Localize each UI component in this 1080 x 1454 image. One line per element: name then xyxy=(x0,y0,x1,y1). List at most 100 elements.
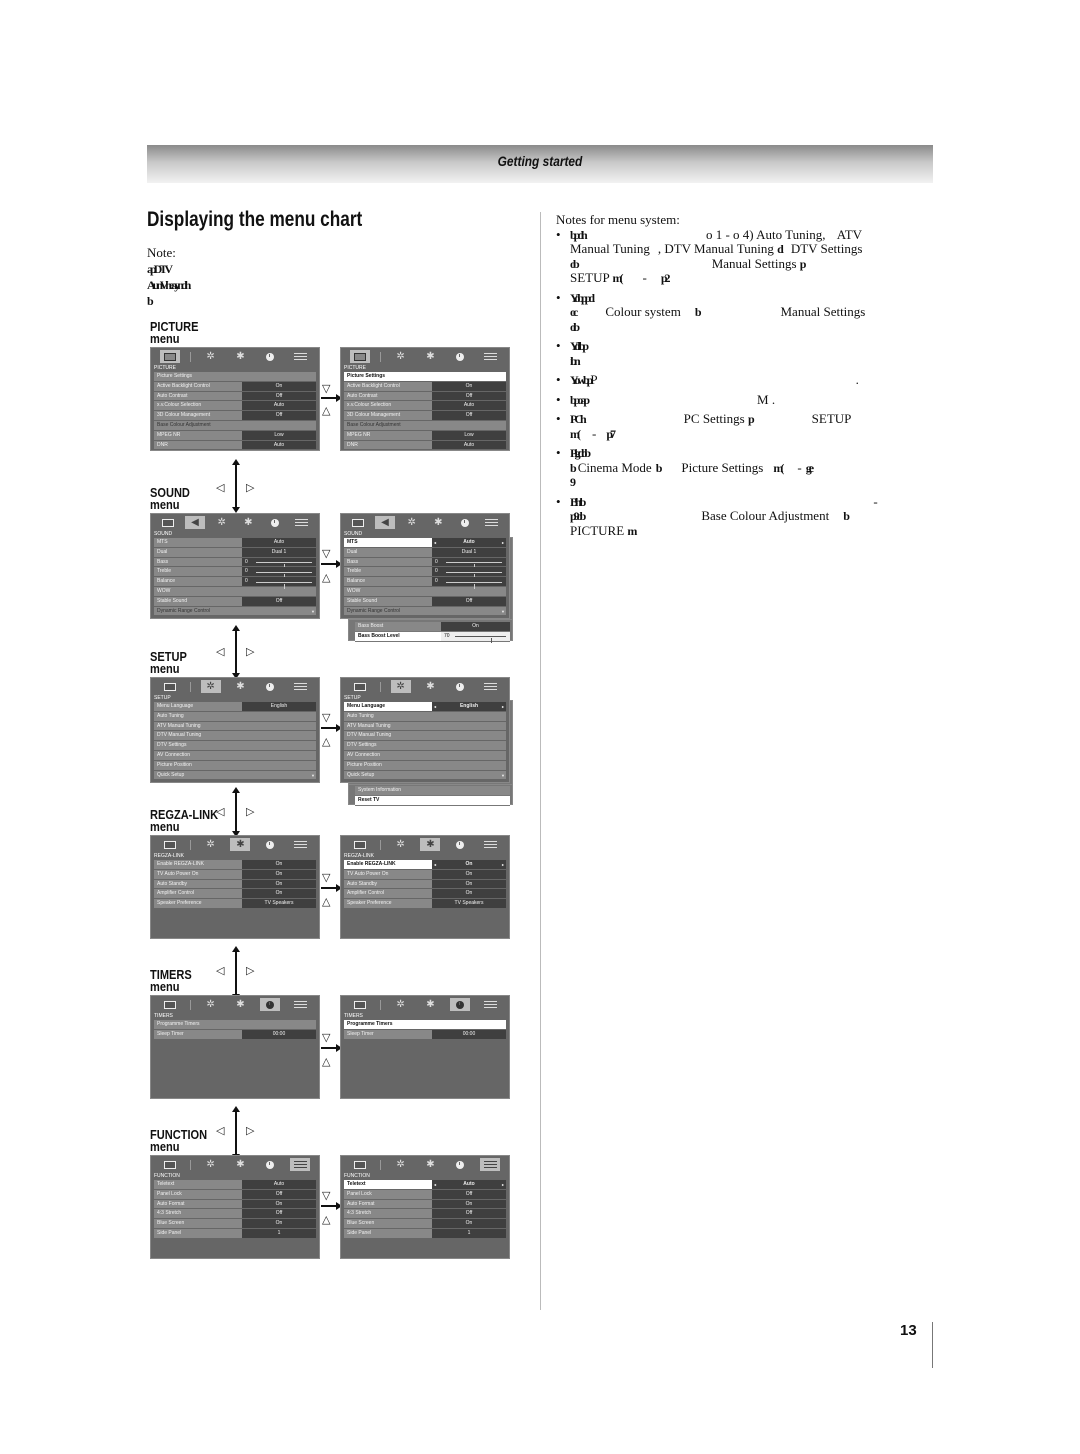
star-icon[interactable]: ✱ xyxy=(230,1158,250,1171)
clock-icon[interactable] xyxy=(260,350,280,363)
row-value-selector[interactable]: ◂ Auto ▸ xyxy=(432,538,506,547)
tv-icon[interactable] xyxy=(158,516,178,529)
clock-icon[interactable] xyxy=(450,1158,470,1171)
sliders-icon[interactable] xyxy=(480,998,500,1011)
menu-row[interactable]: Auto Contrast Off xyxy=(344,391,506,402)
gear-icon[interactable]: ✲ xyxy=(201,350,221,363)
bass-boost-level-slider[interactable]: 70 xyxy=(441,631,510,644)
star-icon[interactable]: ✱ xyxy=(420,350,440,363)
menu-row[interactable]: Enable REGZA-LINK On xyxy=(154,860,316,870)
star-icon[interactable]: ✱ xyxy=(420,838,441,851)
arrow-right-icon[interactable]: ▸ xyxy=(502,1180,504,1189)
clock-icon[interactable] xyxy=(450,350,470,363)
menu-row[interactable]: x.v.Colour Selection Auto xyxy=(344,401,506,412)
scroll-down-icon[interactable]: ▼ xyxy=(311,771,315,780)
gear-icon[interactable]: ✲ xyxy=(402,516,422,529)
menu-row[interactable]: DTV Manual Tuning xyxy=(154,731,316,742)
menu-row[interactable]: Auto Standby On xyxy=(154,879,316,890)
row-value-selector[interactable]: ◂ English ▸ xyxy=(432,702,506,711)
slider-knob[interactable] xyxy=(474,583,475,589)
menu-row-selected[interactable]: Reset TV xyxy=(355,795,510,806)
clock-icon[interactable] xyxy=(260,998,281,1011)
menu-row[interactable]: Auto Tuning xyxy=(154,711,316,722)
menu-row[interactable]: Bass 0 xyxy=(344,557,506,570)
gear-icon[interactable]: ✲ xyxy=(391,838,411,851)
menu-row[interactable]: 3D Colour Management Off xyxy=(344,411,506,421)
sliders-icon[interactable] xyxy=(482,516,502,529)
arrow-left-icon[interactable]: ◂ xyxy=(434,702,436,711)
menu-row-selected[interactable]: Bass Boost Level 70 xyxy=(355,631,510,644)
menu-row[interactable]: Dual Dual 1 xyxy=(344,547,506,558)
clock-icon[interactable] xyxy=(260,838,280,851)
menu-row[interactable]: Programme Timers xyxy=(154,1020,316,1030)
menu-row[interactable]: WOW xyxy=(344,586,506,597)
menu-row[interactable]: Quick Setup ▼ xyxy=(344,770,506,781)
menu-row[interactable]: Panel Lock Off xyxy=(154,1189,316,1200)
menu-row[interactable]: Sleep Timer 00:00 xyxy=(344,1029,506,1040)
slider-knob[interactable] xyxy=(284,583,285,589)
gear-icon[interactable]: ✲ xyxy=(391,998,411,1011)
menu-row[interactable]: Quick Setup ▼ xyxy=(154,770,316,781)
bass-slider[interactable]: 0 xyxy=(242,557,316,570)
menu-row[interactable]: Blue Screen On xyxy=(154,1219,316,1229)
sliders-icon[interactable] xyxy=(290,838,310,851)
balance-slider[interactable]: 0 xyxy=(432,577,506,589)
scroll-down-icon[interactable]: ▼ xyxy=(501,771,505,780)
menu-row[interactable]: Bass Boost On xyxy=(355,622,510,632)
arrow-right-icon[interactable]: ▸ xyxy=(502,860,504,869)
arrow-right-icon[interactable]: ▸ xyxy=(502,702,504,711)
gear-icon[interactable]: ✲ xyxy=(212,516,232,529)
menu-row[interactable]: Active Backlight Control On xyxy=(154,381,316,392)
menu-row[interactable]: Picture Position xyxy=(344,760,506,771)
arrow-left-icon[interactable]: ◂ xyxy=(434,860,436,869)
menu-row-selected[interactable]: MTS ◂ Auto ▸ xyxy=(344,538,506,548)
menu-row[interactable]: Stable Sound Off xyxy=(154,596,316,607)
star-icon[interactable]: ✱ xyxy=(420,998,440,1011)
sliders-icon[interactable] xyxy=(292,516,312,529)
sliders-icon[interactable] xyxy=(290,998,310,1011)
menu-row[interactable]: DTV Settings xyxy=(154,741,316,751)
menu-row[interactable]: x.v.Colour Selection Auto xyxy=(154,401,316,412)
balance-slider[interactable]: 0 xyxy=(242,577,316,589)
gear-icon[interactable]: ✲ xyxy=(391,1158,411,1171)
gear-icon[interactable]: ✲ xyxy=(201,998,221,1011)
menu-row[interactable]: Speaker Preference TV Speakers xyxy=(344,899,506,909)
menu-row[interactable]: Auto Format On xyxy=(154,1199,316,1210)
menu-row[interactable]: DNR Auto xyxy=(154,440,316,451)
menu-row[interactable]: MTS Auto xyxy=(154,538,316,548)
star-icon[interactable]: ✱ xyxy=(230,350,250,363)
menu-row-selected[interactable]: Enable REGZA-LINK ◂ On ▸ xyxy=(344,860,506,870)
treble-slider[interactable]: 0 xyxy=(242,567,316,579)
sliders-icon[interactable] xyxy=(480,1158,501,1171)
menu-row-selected[interactable]: Menu Language ◂ English ▸ xyxy=(344,702,506,712)
gear-icon[interactable]: ✲ xyxy=(201,1158,221,1171)
menu-row-selected[interactable]: Picture Settings xyxy=(344,372,506,382)
menu-row[interactable]: Active Backlight Control On xyxy=(344,381,506,392)
menu-row[interactable]: Speaker Preference TV Speakers xyxy=(154,899,316,909)
menu-row[interactable]: AV Connection xyxy=(344,750,506,761)
menu-row[interactable]: Teletext Auto xyxy=(154,1180,316,1190)
menu-row[interactable]: Panel Lock Off xyxy=(344,1189,506,1200)
menu-row[interactable]: Side Panel 1 xyxy=(154,1228,316,1239)
arrow-left-icon[interactable]: ◂ xyxy=(434,538,436,547)
menu-row[interactable]: Balance 0 xyxy=(154,577,316,589)
menu-row[interactable]: Dynamic Range Control ▼ xyxy=(344,606,506,617)
menu-row[interactable]: Bass 0 xyxy=(154,557,316,570)
star-icon[interactable]: ✱ xyxy=(230,838,251,851)
menu-row-selected[interactable]: Programme Timers xyxy=(344,1020,506,1030)
star-icon[interactable]: ✱ xyxy=(238,516,258,529)
menu-row[interactable]: WOW xyxy=(154,586,316,597)
menu-row[interactable]: TV Auto Power On On xyxy=(344,869,506,880)
clock-icon[interactable] xyxy=(260,1158,280,1171)
menu-row[interactable]: ATV Manual Tuning xyxy=(344,721,506,732)
tv-icon[interactable] xyxy=(350,680,370,693)
menu-row[interactable]: Treble 0 xyxy=(344,567,506,579)
menu-row[interactable]: Picture Position xyxy=(154,760,316,771)
speaker-icon[interactable]: ◀ xyxy=(184,516,205,529)
tv-icon[interactable] xyxy=(160,838,180,851)
gear-icon[interactable]: ✲ xyxy=(391,350,411,363)
bass-slider[interactable]: 0 xyxy=(432,557,506,570)
star-icon[interactable]: ✱ xyxy=(420,680,440,693)
tv-icon[interactable] xyxy=(160,680,180,693)
menu-row[interactable]: Auto Contrast Off xyxy=(154,391,316,402)
